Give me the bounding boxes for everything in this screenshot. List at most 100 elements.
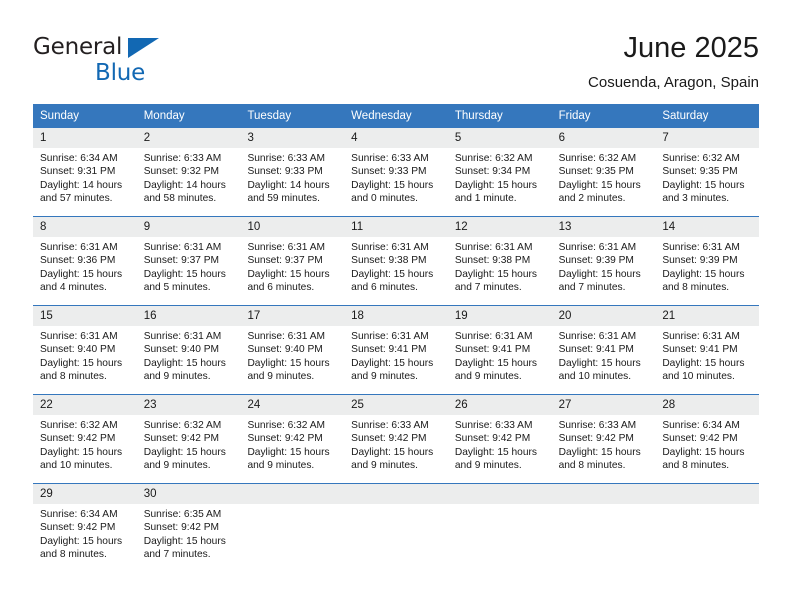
day-cell[interactable]: Sunrise: 6:31 AM Sunset: 9:39 PM Dayligh… [552, 237, 656, 305]
weekday-header-tuesday: Tuesday [247, 110, 292, 122]
day-number-empty [655, 484, 759, 504]
day-number[interactable]: 9 [137, 217, 241, 237]
day-cell[interactable]: Sunrise: 6:31 AM Sunset: 9:39 PM Dayligh… [655, 237, 759, 305]
week-daynumber-band: 22 23 24 25 26 27 28 [33, 395, 759, 415]
day-number[interactable]: 10 [240, 217, 344, 237]
day-cell[interactable]: Sunrise: 6:31 AM Sunset: 9:37 PM Dayligh… [137, 237, 241, 305]
day-number[interactable]: 6 [552, 128, 656, 148]
sun-times-text: Sunrise: 6:31 AM Sunset: 9:41 PM Dayligh… [662, 331, 745, 383]
day-number[interactable]: 13 [552, 217, 656, 237]
day-cell-empty [240, 504, 344, 572]
sun-times-text: Sunrise: 6:31 AM Sunset: 9:40 PM Dayligh… [143, 331, 226, 383]
day-cell[interactable]: Sunrise: 6:33 AM Sunset: 9:42 PM Dayligh… [448, 415, 552, 483]
day-cell-empty [344, 504, 448, 572]
day-cell[interactable]: Sunrise: 6:32 AM Sunset: 9:42 PM Dayligh… [240, 415, 344, 483]
sun-times-text: Sunrise: 6:31 AM Sunset: 9:37 PM Dayligh… [247, 242, 330, 294]
day-cell[interactable]: Sunrise: 6:35 AM Sunset: 9:42 PM Dayligh… [137, 504, 241, 572]
day-cell[interactable]: Sunrise: 6:31 AM Sunset: 9:40 PM Dayligh… [33, 326, 137, 394]
day-cell[interactable]: Sunrise: 6:32 AM Sunset: 9:34 PM Dayligh… [448, 148, 552, 216]
day-cell[interactable]: Sunrise: 6:31 AM Sunset: 9:38 PM Dayligh… [344, 237, 448, 305]
day-number[interactable]: 29 [33, 484, 137, 504]
day-number[interactable]: 7 [655, 128, 759, 148]
day-number[interactable]: 22 [33, 395, 137, 415]
sun-times-text: Sunrise: 6:31 AM Sunset: 9:40 PM Dayligh… [40, 331, 123, 383]
calendar-week-row: 8 9 10 11 12 13 14 Sunrise: 6:31 AM Sunset: 9:3… [33, 216, 759, 305]
day-cell[interactable]: Sunrise: 6:33 AM Sunset: 9:33 PM Dayligh… [240, 148, 344, 216]
day-number[interactable]: 12 [448, 217, 552, 237]
day-cell[interactable]: Sunrise: 6:31 AM Sunset: 9:41 PM Dayligh… [552, 326, 656, 394]
day-cell[interactable]: Sunrise: 6:33 AM Sunset: 9:32 PM Dayligh… [137, 148, 241, 216]
day-number[interactable]: 24 [240, 395, 344, 415]
day-cell[interactable]: Sunrise: 6:31 AM Sunset: 9:40 PM Dayligh… [137, 326, 241, 394]
day-cell[interactable]: Sunrise: 6:32 AM Sunset: 9:35 PM Dayligh… [655, 148, 759, 216]
day-number[interactable]: 16 [137, 306, 241, 326]
day-number[interactable]: 28 [655, 395, 759, 415]
week-content-band: Sunrise: 6:32 AM Sunset: 9:42 PM Dayligh… [33, 415, 759, 483]
day-cell[interactable]: Sunrise: 6:33 AM Sunset: 9:33 PM Dayligh… [344, 148, 448, 216]
day-number[interactable]: 17 [240, 306, 344, 326]
day-cell[interactable]: Sunrise: 6:31 AM Sunset: 9:41 PM Dayligh… [344, 326, 448, 394]
title-block: June 2025 Cosuenda, Aragon, Spain [588, 30, 759, 94]
day-cell[interactable]: Sunrise: 6:32 AM Sunset: 9:42 PM Dayligh… [33, 415, 137, 483]
day-cell[interactable]: Sunrise: 6:33 AM Sunset: 9:42 PM Dayligh… [344, 415, 448, 483]
logo-text-blue: Blue [95, 60, 146, 86]
week-daynumber-band: 1234567 [33, 128, 759, 148]
sun-times-text: Sunrise: 6:35 AM Sunset: 9:42 PM Dayligh… [143, 509, 226, 561]
day-cell[interactable]: Sunrise: 6:31 AM Sunset: 9:41 PM Dayligh… [655, 326, 759, 394]
day-number[interactable]: 11 [344, 217, 448, 237]
day-number[interactable]: 5 [448, 128, 552, 148]
day-cell[interactable]: Sunrise: 6:34 AM Sunset: 9:42 PM Dayligh… [33, 504, 137, 572]
sun-times-text: Sunrise: 6:33 AM Sunset: 9:32 PM Dayligh… [143, 153, 226, 205]
day-cell[interactable]: Sunrise: 6:31 AM Sunset: 9:37 PM Dayligh… [240, 237, 344, 305]
day-cell[interactable]: Sunrise: 6:32 AM Sunset: 9:35 PM Dayligh… [552, 148, 656, 216]
day-number[interactable]: 19 [448, 306, 552, 326]
week-content-band: Sunrise: 6:34 AM Sunset: 9:31 PM Dayligh… [33, 148, 759, 216]
day-cell[interactable]: Sunrise: 6:31 AM Sunset: 9:38 PM Dayligh… [448, 237, 552, 305]
day-cell[interactable]: Sunrise: 6:33 AM Sunset: 9:42 PM Dayligh… [552, 415, 656, 483]
day-number[interactable]: 25 [344, 395, 448, 415]
sun-times-text: Sunrise: 6:32 AM Sunset: 9:42 PM Dayligh… [143, 420, 226, 472]
sun-times-text: Sunrise: 6:32 AM Sunset: 9:42 PM Dayligh… [247, 420, 330, 472]
day-number[interactable]: 18 [344, 306, 448, 326]
day-number-empty [344, 484, 448, 504]
day-number[interactable]: 14 [655, 217, 759, 237]
day-cell[interactable]: Sunrise: 6:32 AM Sunset: 9:42 PM Dayligh… [137, 415, 241, 483]
sun-times-text: Sunrise: 6:32 AM Sunset: 9:34 PM Dayligh… [454, 153, 537, 205]
day-number[interactable]: 1 [33, 128, 137, 148]
calendar-week-row: 1 2 3 4 5 6 7 Sunrise: 6:34 AM Sunset: 9:31 PM … [33, 128, 759, 216]
day-number[interactable]: 21 [655, 306, 759, 326]
logo-triangle-icon [128, 38, 159, 58]
sun-times-text: Sunrise: 6:33 AM Sunset: 9:33 PM Dayligh… [351, 153, 434, 205]
day-cell[interactable]: Sunrise: 6:31 AM Sunset: 9:36 PM Dayligh… [33, 237, 137, 305]
general-blue-logo[interactable]: General Blue [33, 34, 163, 90]
sun-times-text: Sunrise: 6:31 AM Sunset: 9:38 PM Dayligh… [454, 242, 537, 294]
day-number[interactable]: 27 [552, 395, 656, 415]
day-cell[interactable]: Sunrise: 6:31 AM Sunset: 9:41 PM Dayligh… [448, 326, 552, 394]
sun-times-text: Sunrise: 6:31 AM Sunset: 9:41 PM Dayligh… [454, 331, 537, 383]
sun-times-text: Sunrise: 6:32 AM Sunset: 9:42 PM Dayligh… [40, 420, 123, 472]
sun-times-text: Sunrise: 6:33 AM Sunset: 9:42 PM Dayligh… [351, 420, 434, 472]
calendar-week-row: 22 23 24 25 26 27 28 Sunrise: 6:32 AM Sunset: 9… [33, 394, 759, 483]
day-number[interactable]: 23 [137, 395, 241, 415]
day-number[interactable]: 4 [344, 128, 448, 148]
sun-times-text: Sunrise: 6:32 AM Sunset: 9:35 PM Dayligh… [558, 153, 641, 205]
day-number[interactable]: 15 [33, 306, 137, 326]
weekday-header-monday: Monday [143, 110, 185, 122]
day-number-empty [240, 484, 344, 504]
day-number[interactable]: 20 [552, 306, 656, 326]
day-number[interactable]: 30 [137, 484, 241, 504]
weekday-header-thursday: Thursday [454, 110, 503, 122]
day-cell-empty [552, 504, 656, 572]
sun-times-text: Sunrise: 6:31 AM Sunset: 9:38 PM Dayligh… [351, 242, 434, 294]
day-number[interactable]: 2 [137, 128, 241, 148]
page-subtitle: Cosuenda, Aragon, Spain [588, 74, 759, 91]
day-number[interactable]: 3 [240, 128, 344, 148]
weekday-header-row: Sunday Monday Tuesday Wednesday Thursday Frid… [33, 104, 759, 128]
day-cell-empty [655, 504, 759, 572]
day-cell-empty [448, 504, 552, 572]
day-cell[interactable]: Sunrise: 6:34 AM Sunset: 9:31 PM Dayligh… [33, 148, 137, 216]
day-number[interactable]: 8 [33, 217, 137, 237]
day-number[interactable]: 26 [448, 395, 552, 415]
day-cell[interactable]: Sunrise: 6:31 AM Sunset: 9:40 PM Dayligh… [240, 326, 344, 394]
day-cell[interactable]: Sunrise: 6:34 AM Sunset: 9:42 PM Dayligh… [655, 415, 759, 483]
